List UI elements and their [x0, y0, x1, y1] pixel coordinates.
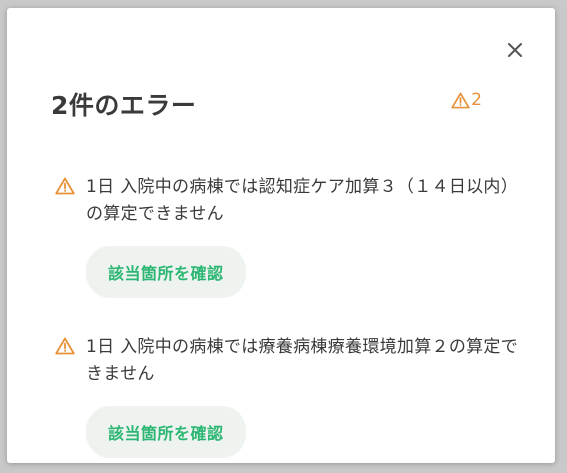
warning-icon [451, 92, 470, 108]
confirm-location-button[interactable]: 該当箇所を確認 [86, 406, 246, 458]
warning-icon [55, 337, 75, 355]
confirm-location-button[interactable]: 該当箇所を確認 [86, 246, 246, 298]
error-message: 1日 入院中の病棟では療養病棟療養環境加算２の算定できません [86, 337, 519, 384]
error-count: 2 [471, 90, 482, 110]
error-item: 1日 入院中の病棟では療養病棟療養環境加算２の算定できません 該当箇所を確認 [55, 334, 525, 458]
error-message: 1日 入院中の病棟では認知症ケア加算３（１４日以内）の算定できません [86, 177, 519, 224]
close-icon [508, 43, 522, 57]
error-dialog: 2件のエラー 2 1日 入院中の病棟では認知症ケア加算３（１４日以内）の算定でき… [7, 8, 555, 463]
close-button[interactable] [501, 36, 529, 64]
error-item: 1日 入院中の病棟では認知症ケア加算３（１４日以内）の算定できません 該当箇所を… [55, 174, 525, 298]
error-count-badge: 2 [451, 90, 482, 110]
warning-icon [55, 177, 75, 195]
dialog-title: 2件のエラー [51, 91, 197, 120]
